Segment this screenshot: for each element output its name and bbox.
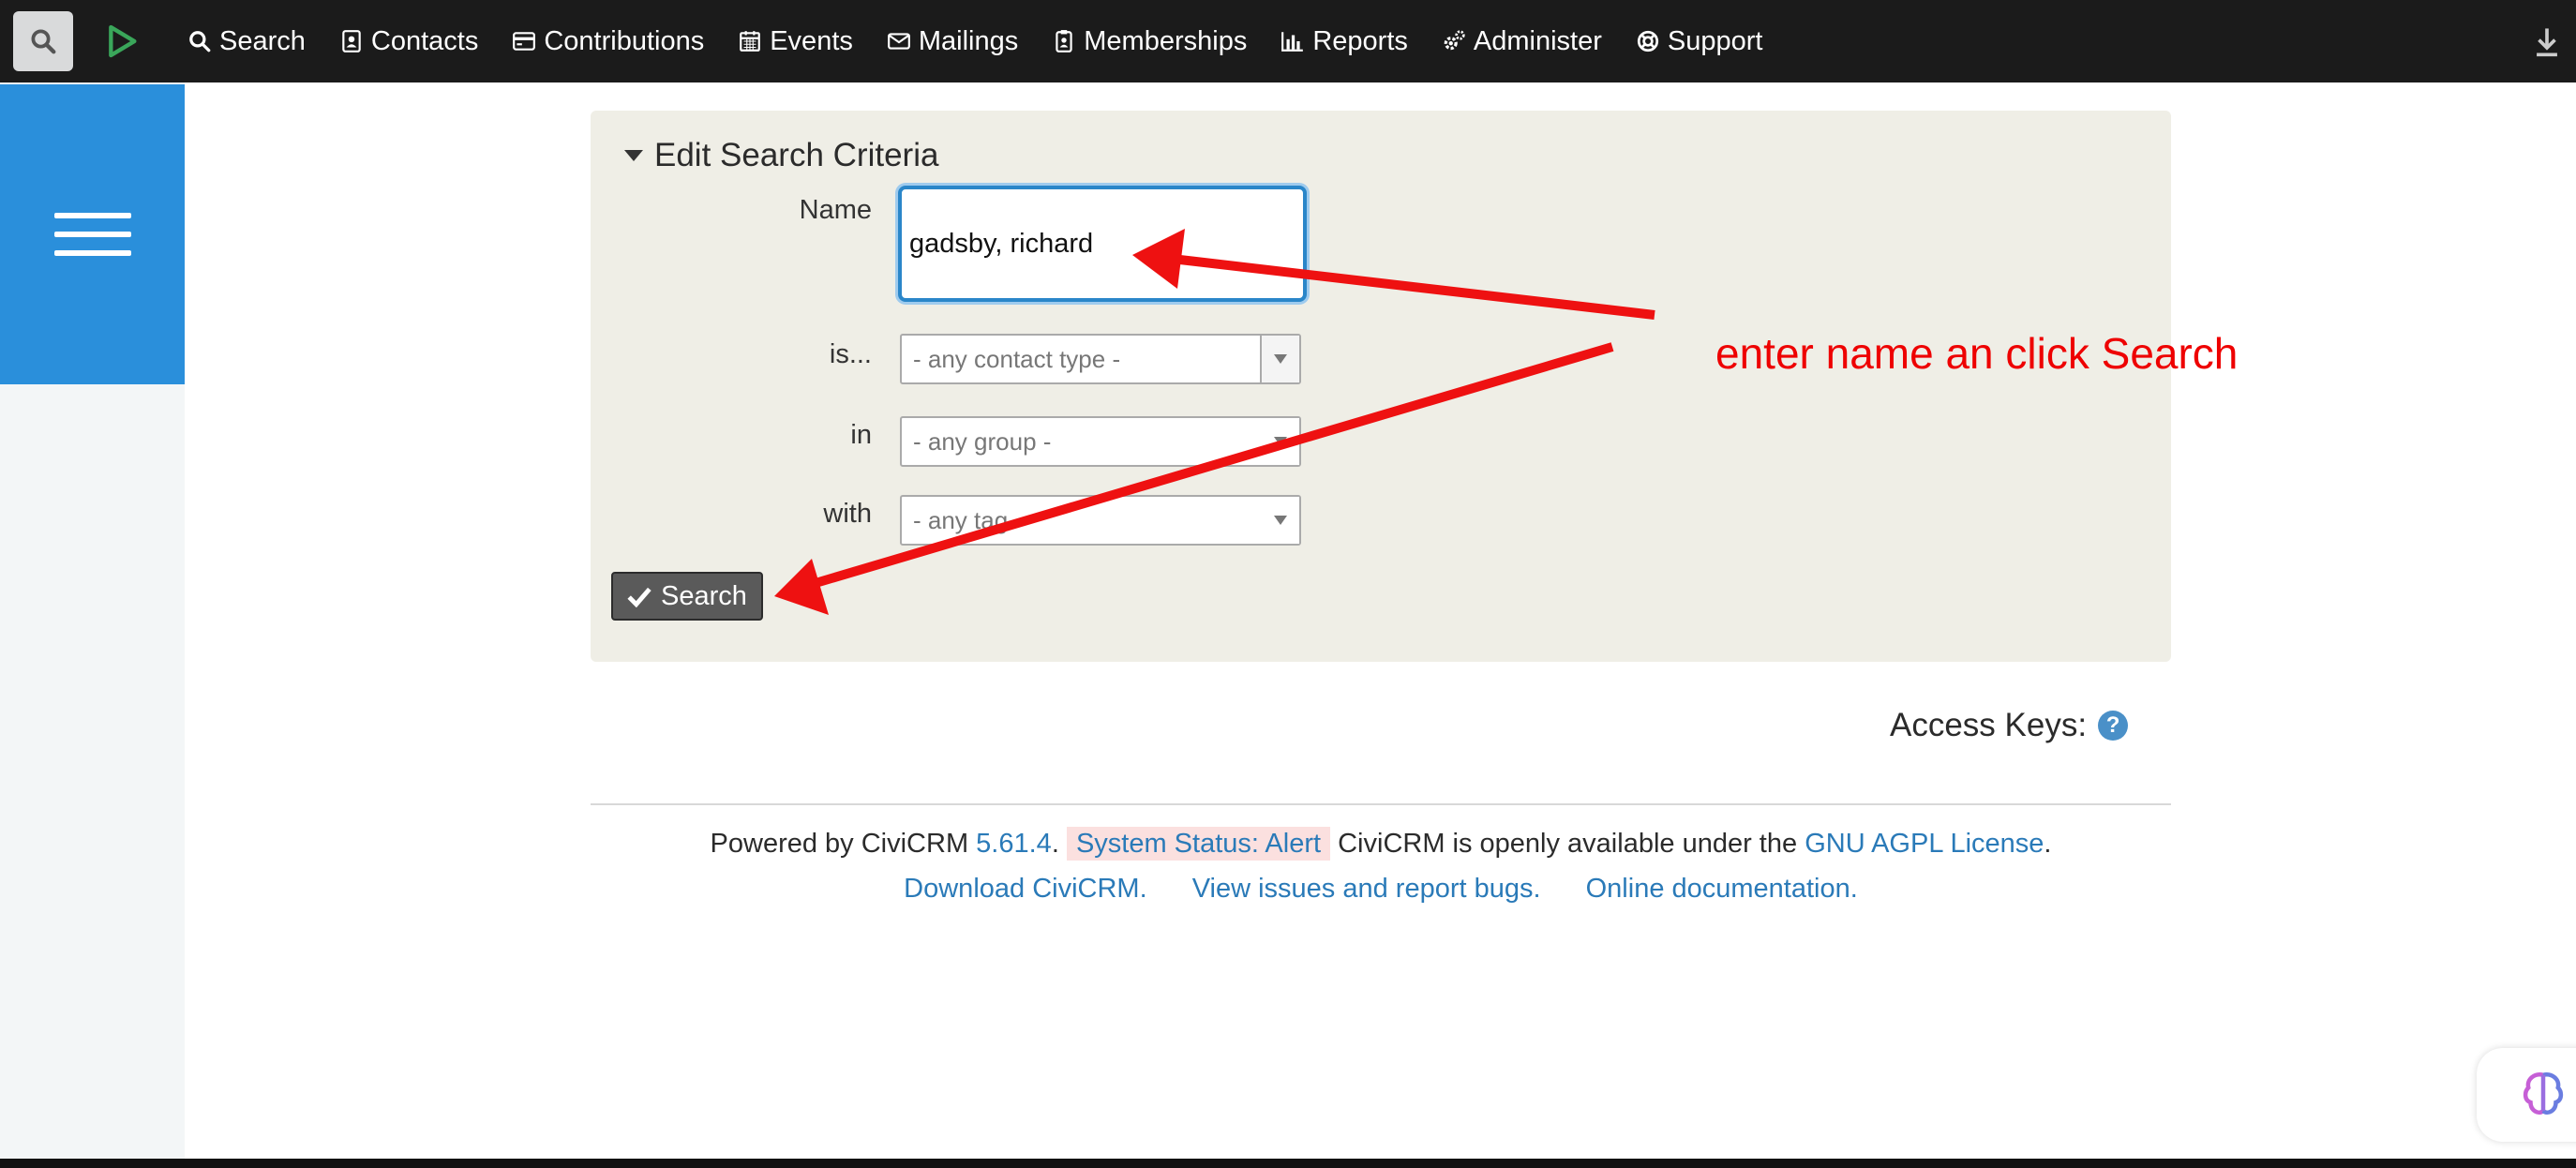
menu-reports-label: Reports [1312, 25, 1408, 56]
search-icon [189, 31, 211, 52]
menu-reports[interactable]: Reports [1264, 0, 1425, 82]
dropdown-arrow-icon [1262, 497, 1299, 544]
main-menu: Search Contacts Contributions Events Mai… [171, 0, 1779, 82]
powered-by-text: Powered by CiviCRM [710, 829, 969, 859]
group-label: in [850, 420, 872, 450]
search-icon [31, 29, 56, 54]
assistant-widget[interactable] [2477, 1048, 2576, 1142]
download-link[interactable]: Download CiviCRM. [904, 874, 1146, 904]
envelope-icon [887, 33, 910, 50]
version-link[interactable]: 5.61.4 [976, 829, 1052, 859]
brain-icon [2523, 1072, 2564, 1115]
menu-mailings[interactable]: Mailings [870, 0, 1035, 82]
dropdown-arrow-icon [1260, 336, 1299, 382]
name-label: Name [799, 195, 872, 225]
menu-search-label: Search [219, 25, 306, 56]
tag-select[interactable]: - any tag - [900, 495, 1301, 546]
contact-type-value: - any contact type - [913, 344, 1121, 373]
access-keys: Access Keys: ? [1890, 707, 2129, 744]
menu-contacts[interactable]: Contacts [322, 0, 495, 82]
menu-contacts-label: Contacts [370, 25, 479, 56]
menu-contributions[interactable]: Contributions [495, 0, 721, 82]
name-input[interactable] [898, 186, 1307, 302]
menu-memberships-label: Memberships [1084, 25, 1248, 56]
credit-card-icon [513, 32, 536, 51]
sidebar-toggle-button[interactable] [0, 84, 185, 384]
search-button-label: Search [661, 580, 747, 611]
menu-events[interactable]: Events [721, 0, 870, 82]
license-link[interactable]: GNU AGPL License [1805, 829, 2044, 859]
menu-events-label: Events [770, 25, 853, 56]
menu-memberships[interactable]: Memberships [1035, 0, 1264, 82]
contact-type-label: is... [829, 339, 872, 369]
annotation-text: enter name an click Search [1715, 329, 2239, 378]
group-select[interactable]: - any group - [900, 416, 1301, 467]
search-button[interactable]: Search [611, 572, 763, 621]
bar-chart-icon [1281, 32, 1304, 52]
top-menu-bar: Search Contacts Contributions Events Mai… [0, 0, 2576, 82]
footer-line-1: Powered by CiviCRM 5.61.4. System Status… [710, 827, 2052, 861]
download-icon[interactable] [2533, 26, 2561, 58]
footer-divider [591, 803, 2171, 805]
checkmark-icon [627, 587, 651, 607]
tag-value: - any tag - [913, 505, 1024, 534]
access-keys-label: Access Keys: [1890, 707, 2088, 743]
system-status-link[interactable]: System Status: Alert [1066, 827, 1331, 861]
menu-support[interactable]: Support [1619, 0, 1780, 82]
menu-administer[interactable]: Administer [1425, 0, 1619, 82]
menu-support-label: Support [1667, 25, 1763, 56]
quicksearch-button[interactable] [13, 11, 73, 71]
license-text: CiviCRM is openly available under the [1338, 829, 1798, 859]
criteria-header[interactable]: Edit Search Criteria [624, 137, 938, 174]
contact-type-select[interactable]: - any contact type - [900, 334, 1301, 384]
criteria-title: Edit Search Criteria [654, 137, 939, 173]
docs-link[interactable]: Online documentation. [1586, 874, 1858, 904]
group-value: - any group - [913, 427, 1052, 456]
caret-down-icon [624, 150, 643, 161]
gears-icon [1444, 30, 1465, 51]
dropdown-arrow-icon [1262, 418, 1299, 465]
issues-link[interactable]: View issues and report bugs. [1192, 874, 1541, 904]
menu-contributions-label: Contributions [544, 25, 705, 56]
menu-administer-label: Administer [1473, 25, 1602, 56]
hamburger-icon [53, 200, 131, 269]
tag-label: with [823, 499, 872, 529]
help-icon[interactable]: ? [2098, 711, 2129, 741]
bottom-bar [0, 1159, 2576, 1168]
contact-card-icon [342, 30, 361, 52]
civicrm-logo-icon[interactable] [103, 22, 141, 60]
search-criteria-panel: Edit Search Criteria Name is... - any co… [591, 111, 2171, 662]
menu-mailings-label: Mailings [918, 25, 1019, 56]
calendar-icon [740, 31, 761, 52]
badge-icon [1056, 30, 1072, 52]
life-ring-icon [1637, 30, 1658, 52]
menu-search[interactable]: Search [171, 0, 322, 82]
footer-line-2: Download CiviCRM. View issues and report… [591, 874, 2171, 905]
